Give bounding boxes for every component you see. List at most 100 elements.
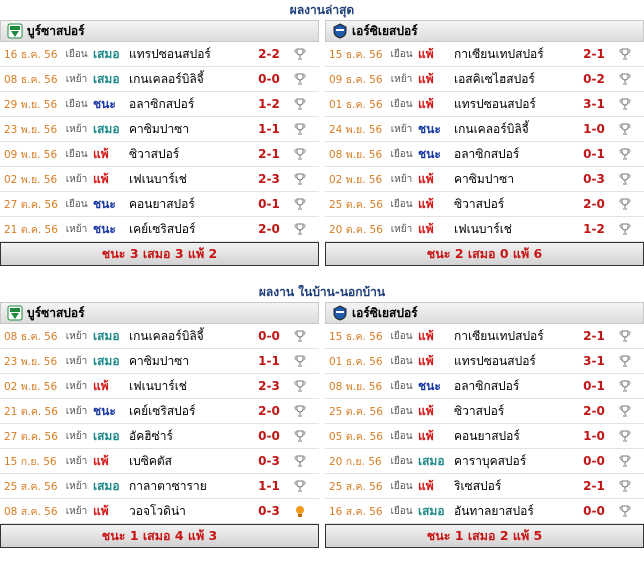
- team-name-right[interactable]: เอร์ซิเยสปอร์: [352, 22, 418, 41]
- league-trophy-icon[interactable]: [293, 147, 307, 161]
- league-trophy-icon[interactable]: [618, 354, 632, 368]
- opponent-name[interactable]: คาซิมปาซา: [454, 170, 574, 189]
- league-trophy-icon[interactable]: [293, 354, 307, 368]
- match-score[interactable]: 2-1: [574, 479, 614, 493]
- league-trophy-icon[interactable]: [293, 329, 307, 343]
- match-score[interactable]: 1-0: [574, 429, 614, 443]
- opponent-name[interactable]: ริเซสปอร์: [454, 477, 574, 496]
- league-trophy-icon[interactable]: [618, 97, 632, 111]
- match-score[interactable]: 0-1: [574, 147, 614, 161]
- opponent-name[interactable]: แทรปซอนสปอร์: [454, 95, 574, 114]
- opponent-name[interactable]: ซิวาสปอร์: [129, 145, 249, 164]
- match-score[interactable]: 2-0: [249, 404, 289, 418]
- opponent-name[interactable]: คาซิมปาซา: [129, 352, 249, 371]
- match-score[interactable]: 2-3: [249, 379, 289, 393]
- opponent-name[interactable]: เคย์เซริสปอร์: [129, 220, 249, 239]
- opponent-name[interactable]: คอนยาสปอร์: [129, 195, 249, 214]
- match-score[interactable]: 1-1: [249, 354, 289, 368]
- opponent-name[interactable]: เฟเนบาร์เช่: [129, 377, 249, 396]
- league-trophy-icon[interactable]: [293, 429, 307, 443]
- match-score[interactable]: 0-2: [574, 72, 614, 86]
- league-trophy-icon[interactable]: [618, 504, 632, 518]
- match-score[interactable]: 3-1: [574, 97, 614, 111]
- opponent-name[interactable]: เกนเคลอร์บิลิจี้: [129, 70, 249, 89]
- league-trophy-icon[interactable]: [618, 197, 632, 211]
- opponent-name[interactable]: เอสคิเซไฮสปอร์: [454, 70, 574, 89]
- league-trophy-icon[interactable]: [293, 454, 307, 468]
- league-trophy-icon[interactable]: [293, 172, 307, 186]
- match-score[interactable]: 1-1: [249, 122, 289, 136]
- match-score[interactable]: 2-1: [574, 47, 614, 61]
- league-trophy-icon[interactable]: [618, 379, 632, 393]
- league-trophy-icon[interactable]: [293, 479, 307, 493]
- league-trophy-icon[interactable]: [618, 222, 632, 236]
- match-score[interactable]: 2-2: [249, 47, 289, 61]
- europa-league-icon[interactable]: [293, 504, 307, 518]
- league-trophy-icon[interactable]: [618, 329, 632, 343]
- opponent-name[interactable]: คาซิมปาซา: [129, 120, 249, 139]
- match-score[interactable]: 2-1: [574, 329, 614, 343]
- opponent-name[interactable]: เคย์เซริสปอร์: [129, 402, 249, 421]
- league-trophy-icon[interactable]: [618, 454, 632, 468]
- opponent-name[interactable]: แทรปซอนสปอร์: [454, 352, 574, 371]
- opponent-name[interactable]: กาเซียนเทปสปอร์: [454, 45, 574, 64]
- opponent-name[interactable]: แทรปซอนสปอร์: [129, 45, 249, 64]
- match-score[interactable]: 0-0: [574, 504, 614, 518]
- match-score[interactable]: 2-1: [249, 147, 289, 161]
- opponent-name[interactable]: เฟเนบาร์เช่: [129, 170, 249, 189]
- opponent-name[interactable]: ซิวาสปอร์: [454, 195, 574, 214]
- league-trophy-icon[interactable]: [618, 122, 632, 136]
- match-score[interactable]: 0-1: [574, 379, 614, 393]
- opponent-name[interactable]: อันทาลยาสปอร์: [454, 502, 574, 521]
- opponent-name[interactable]: ซิวาสปอร์: [454, 402, 574, 421]
- opponent-name[interactable]: คอนยาสปอร์: [454, 427, 574, 446]
- league-trophy-icon[interactable]: [293, 72, 307, 86]
- league-trophy-icon[interactable]: [618, 147, 632, 161]
- match-score[interactable]: 3-1: [574, 354, 614, 368]
- league-trophy-icon[interactable]: [293, 47, 307, 61]
- match-score[interactable]: 0-3: [249, 454, 289, 468]
- team-name-right[interactable]: เอร์ซิเยสปอร์: [352, 304, 418, 323]
- league-trophy-icon[interactable]: [618, 172, 632, 186]
- league-trophy-icon[interactable]: [293, 222, 307, 236]
- opponent-name[interactable]: อัคฮิซ่าร์: [129, 427, 249, 446]
- opponent-name[interactable]: อลาซิกสปอร์: [454, 377, 574, 396]
- match-score[interactable]: 1-0: [574, 122, 614, 136]
- match-score[interactable]: 0-0: [249, 72, 289, 86]
- league-trophy-icon[interactable]: [293, 97, 307, 111]
- league-trophy-icon[interactable]: [618, 72, 632, 86]
- league-trophy-icon[interactable]: [618, 479, 632, 493]
- match-score[interactable]: 0-3: [249, 504, 289, 518]
- league-trophy-icon[interactable]: [618, 429, 632, 443]
- opponent-name[interactable]: เบซิคตัส: [129, 452, 249, 471]
- opponent-name[interactable]: กาลาตาซาราย: [129, 477, 249, 496]
- match-score[interactable]: 0-1: [249, 197, 289, 211]
- match-score[interactable]: 0-0: [574, 454, 614, 468]
- opponent-name[interactable]: เฟเนบาร์เช่: [454, 220, 574, 239]
- opponent-name[interactable]: เกนเคลอร์บิลิจี้: [129, 327, 249, 346]
- team-name-left[interactable]: บูร์ซาสปอร์: [27, 22, 85, 41]
- match-score[interactable]: 2-0: [249, 222, 289, 236]
- opponent-name[interactable]: อลาซิกสปอร์: [454, 145, 574, 164]
- match-score[interactable]: 2-0: [574, 197, 614, 211]
- opponent-name[interactable]: เกนเคลอร์บิลิจี้: [454, 120, 574, 139]
- match-score[interactable]: 0-0: [249, 429, 289, 443]
- match-score[interactable]: 2-0: [574, 404, 614, 418]
- match-score[interactable]: 1-1: [249, 479, 289, 493]
- league-trophy-icon[interactable]: [293, 122, 307, 136]
- match-score[interactable]: 1-2: [574, 222, 614, 236]
- match-score[interactable]: 0-0: [249, 329, 289, 343]
- league-trophy-icon[interactable]: [293, 379, 307, 393]
- league-trophy-icon[interactable]: [293, 197, 307, 211]
- opponent-name[interactable]: วอจโวดิน่า: [129, 502, 249, 521]
- opponent-name[interactable]: อลาซิกสปอร์: [129, 95, 249, 114]
- opponent-name[interactable]: คาราบุคสปอร์: [454, 452, 574, 471]
- match-score[interactable]: 2-3: [249, 172, 289, 186]
- team-name-left[interactable]: บูร์ซาสปอร์: [27, 304, 85, 323]
- league-trophy-icon[interactable]: [293, 404, 307, 418]
- league-trophy-icon[interactable]: [618, 47, 632, 61]
- league-trophy-icon[interactable]: [618, 404, 632, 418]
- opponent-name[interactable]: กาเซียนเทปสปอร์: [454, 327, 574, 346]
- match-score[interactable]: 1-2: [249, 97, 289, 111]
- match-score[interactable]: 0-3: [574, 172, 614, 186]
